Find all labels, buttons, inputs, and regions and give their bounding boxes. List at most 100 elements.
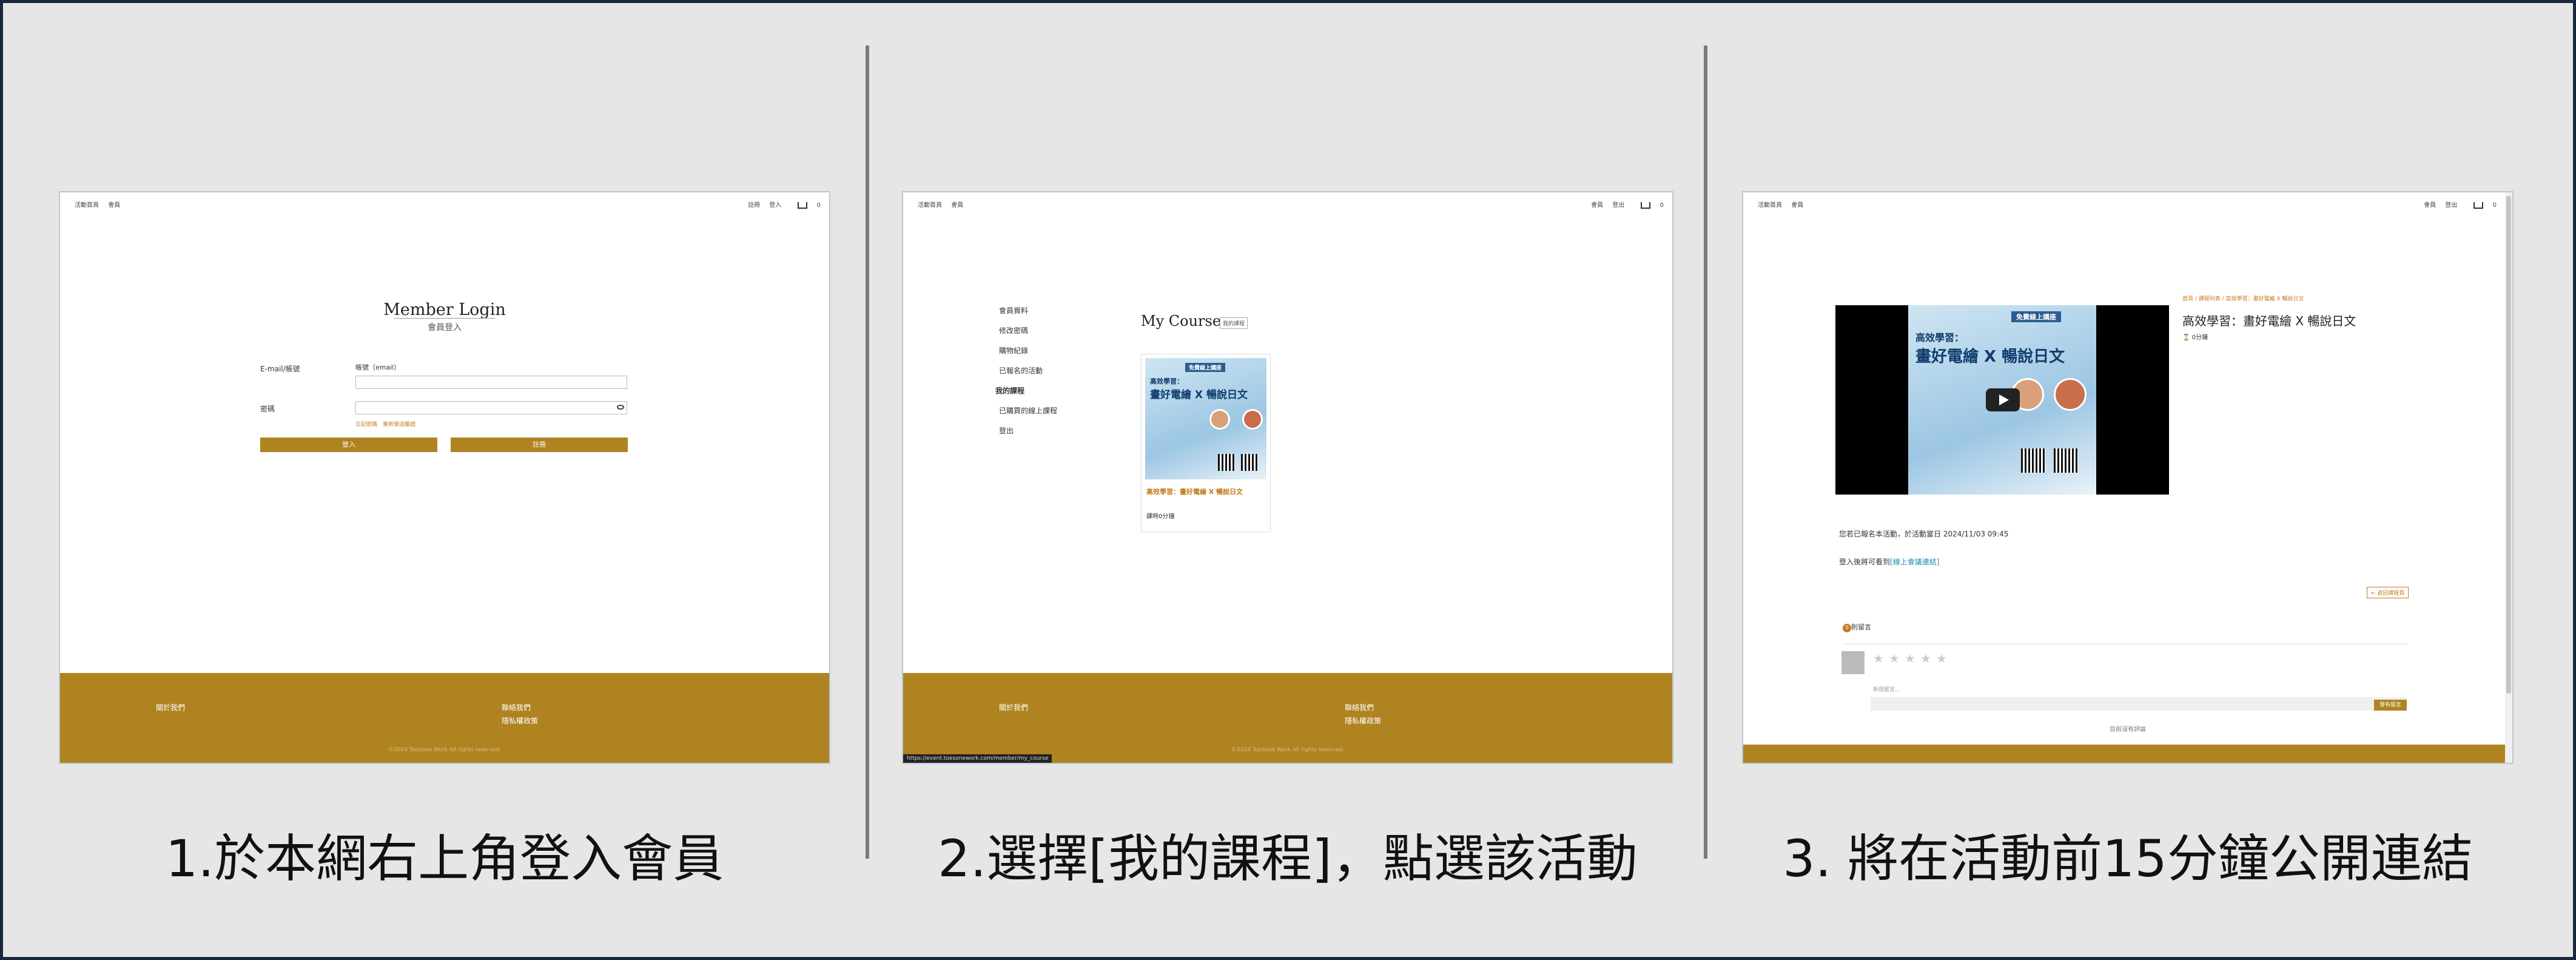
member-link[interactable]: 會員 <box>1591 202 1603 209</box>
page-subtitle: 會員登入 <box>428 323 462 333</box>
sidebar-item-online-courses[interactable]: 已購買的線上課程 <box>999 405 1057 416</box>
speaker-photo <box>1209 409 1230 430</box>
event-notice: 您若已報名本活動，於活動當日 2024/11/03 09:45 <box>1839 530 2009 538</box>
nav-member-link[interactable]: 會員 <box>108 202 120 209</box>
nav-home-link[interactable]: 活動首頁 <box>75 202 99 209</box>
comments-label: 則留言 <box>1851 623 1871 631</box>
email-label: E-mail/帳號 <box>260 365 300 373</box>
login-link[interactable]: 登入 <box>769 202 781 209</box>
nav-member-link[interactable]: 會員 <box>951 202 963 209</box>
cart-button[interactable]: 0 <box>790 201 821 209</box>
nav-home-link[interactable]: 活動首頁 <box>918 202 942 209</box>
sidebar-item-orders[interactable]: 購物紀錄 <box>999 345 1028 356</box>
register-link[interactable]: 註冊 <box>748 202 760 209</box>
poster-line2: 畫好電繪 X 暢說日文 <box>1915 348 2065 366</box>
star-icon[interactable]: ★ <box>1936 651 1947 666</box>
footer-privacy-link[interactable]: 隱私權政策 <box>1345 715 1381 726</box>
password-label: 密碼 <box>260 405 275 413</box>
qr-code <box>1241 454 1258 471</box>
breadcrumb[interactable]: 首頁 / 課程列表 / 高效學習：畫好電繪 X 暢說日文 <box>2182 294 2304 302</box>
footer-copyright: ©2024 ToeSone Work All rights reserved. <box>388 747 501 753</box>
sidebar-item-password[interactable]: 修改密碼 <box>999 325 1028 336</box>
play-icon[interactable] <box>1986 388 2020 411</box>
nav-member-link[interactable]: 會員 <box>1791 202 1803 209</box>
course-duration: 課時0分鐘 <box>1146 513 1175 520</box>
register-button[interactable]: 註冊 <box>451 438 628 452</box>
cart-icon <box>1641 201 1651 209</box>
cart-button[interactable]: 0 <box>1633 201 1664 209</box>
site-footer: 關於我們 聯絡我們 隱私權政策 ©2024 ToeSone Work All r… <box>60 673 829 763</box>
star-icon[interactable]: ★ <box>1889 651 1900 666</box>
no-comments-text: 目前沒有評論 <box>2110 726 2146 733</box>
sidebar-item-events[interactable]: 已報名的活動 <box>999 365 1043 376</box>
step2-caption: 2.選擇[我的課程]，點選該活動 <box>938 829 1638 888</box>
poster-line1: 高效學習： <box>1915 332 1965 343</box>
poster-top-text: 免費線上講座 <box>2011 311 2061 322</box>
footer-contact-link[interactable]: 聯絡我們 <box>502 702 531 712</box>
meeting-link[interactable]: [線上會議連結] <box>1890 558 1939 566</box>
step1-caption: 1.於本網右上角登入會員 <box>165 829 724 888</box>
section-tag: 我的課程 <box>1220 317 1248 329</box>
screenshot-login: 活動首頁 會員 註冊 登入 0 Member Login 會員登入 E-mail… <box>60 192 829 763</box>
logout-link[interactable]: 登出 <box>1612 202 1624 209</box>
step-divider <box>1704 46 1707 859</box>
page-title: Member Login <box>383 300 506 319</box>
top-nav: 活動首頁 會員 會員 登出 0 <box>1743 192 2512 214</box>
meeting-link-prefix: 登入後將可看到 <box>1839 558 1891 566</box>
forgot-password-link[interactable]: 忘記密碼 重新發送驗證 <box>355 420 415 428</box>
member-link[interactable]: 會員 <box>2424 202 2436 209</box>
screenshot-my-course: 活動首頁 會員 會員 登出 0 會員資料 修改密碼 購物紀錄 已報名的活動 我的… <box>903 192 1672 763</box>
section-title: My Course <box>1141 313 1222 330</box>
poster-line1: 高效學習： <box>1150 377 1183 385</box>
email-field[interactable] <box>355 376 627 389</box>
star-icon[interactable]: ★ <box>1905 651 1915 666</box>
login-button[interactable]: 登入 <box>260 438 437 452</box>
cart-count: 0 <box>2492 202 2497 209</box>
user-avatar <box>1841 651 1865 674</box>
comments-header: 0 則留言 <box>1843 622 1871 632</box>
cart-count: 0 <box>1660 202 1664 209</box>
qr-code <box>1218 454 1235 471</box>
star-icon[interactable]: ★ <box>1920 651 1931 666</box>
comment-input[interactable] <box>1871 697 2407 711</box>
screenshot-course-page: 活動首頁 會員 會員 登出 0 免費線上講座 高效學習： 畫好電繪 X 暢說日文… <box>1743 192 2512 763</box>
cart-button[interactable]: 0 <box>2466 201 2497 209</box>
star-icon[interactable]: ★ <box>1873 651 1884 666</box>
poster-line2: 畫好電繪 X 暢說日文 <box>1150 389 1248 401</box>
sidebar-item-profile[interactable]: 會員資料 <box>999 305 1028 316</box>
password-field[interactable] <box>355 401 627 414</box>
sidebar-item-logout[interactable]: 登出 <box>999 425 1014 436</box>
site-footer <box>1743 745 2505 763</box>
show-password-icon[interactable] <box>617 405 624 410</box>
footer-about-link[interactable]: 關於我們 <box>999 702 1028 712</box>
logout-link[interactable]: 登出 <box>2445 202 2457 209</box>
footer-copyright: ©2024 ToeSone Work All rights reserved. <box>1231 747 1344 753</box>
sidebar-item-my-courses[interactable]: 我的課程 <box>995 385 1024 396</box>
email-hint: 帳號（email） <box>355 363 401 371</box>
footer-privacy-link[interactable]: 隱私權政策 <box>502 715 538 726</box>
page-title: 高效學習：畫好電繪 X 暢說日文 <box>2182 314 2356 328</box>
nav-home-link[interactable]: 活動首頁 <box>1758 202 1782 209</box>
cart-count: 0 <box>816 202 821 209</box>
duration-value: 0分鐘 <box>2191 334 2208 341</box>
top-nav: 活動首頁 會員 註冊 登入 0 <box>60 192 829 214</box>
scrollbar[interactable] <box>2505 192 2512 763</box>
site-footer: 關於我們 聯絡我們 隱私權政策 ©2024 ToeSone Work All r… <box>903 673 1672 763</box>
send-comment-button[interactable]: 發布留言 <box>2374 700 2407 711</box>
course-card[interactable]: 免費線上講座 高效學習： 畫好電繪 X 暢說日文 高效學習：畫好電繪 X 暢說日… <box>1141 354 1271 532</box>
comment-count-badge: 0 <box>1843 624 1851 632</box>
scrollbar-thumb[interactable] <box>2506 196 2511 694</box>
video-player[interactable]: 免費線上講座 高效學習： 畫好電繪 X 暢說日文 <box>1835 305 2169 495</box>
footer-about-link[interactable]: 關於我們 <box>156 702 185 712</box>
comment-placeholder: 新增留言... <box>1873 687 1900 693</box>
qr-code <box>2021 448 2045 473</box>
title-divider <box>394 318 496 319</box>
poster-top-text: 免費線上講座 <box>1185 363 1226 372</box>
status-bar-url: https://event.toesonework.com/member/my_… <box>903 754 1052 763</box>
course-title[interactable]: 高效學習：畫好電繪 X 暢說日文 <box>1146 487 1243 496</box>
speaker-photo <box>2054 378 2087 411</box>
step-divider <box>866 46 869 859</box>
back-button[interactable]: ← 返回課程頁 <box>2367 587 2409 598</box>
course-thumbnail[interactable]: 免費線上講座 高效學習： 畫好電繪 X 暢說日文 <box>1145 358 1266 479</box>
footer-contact-link[interactable]: 聯絡我們 <box>1345 702 1374 712</box>
